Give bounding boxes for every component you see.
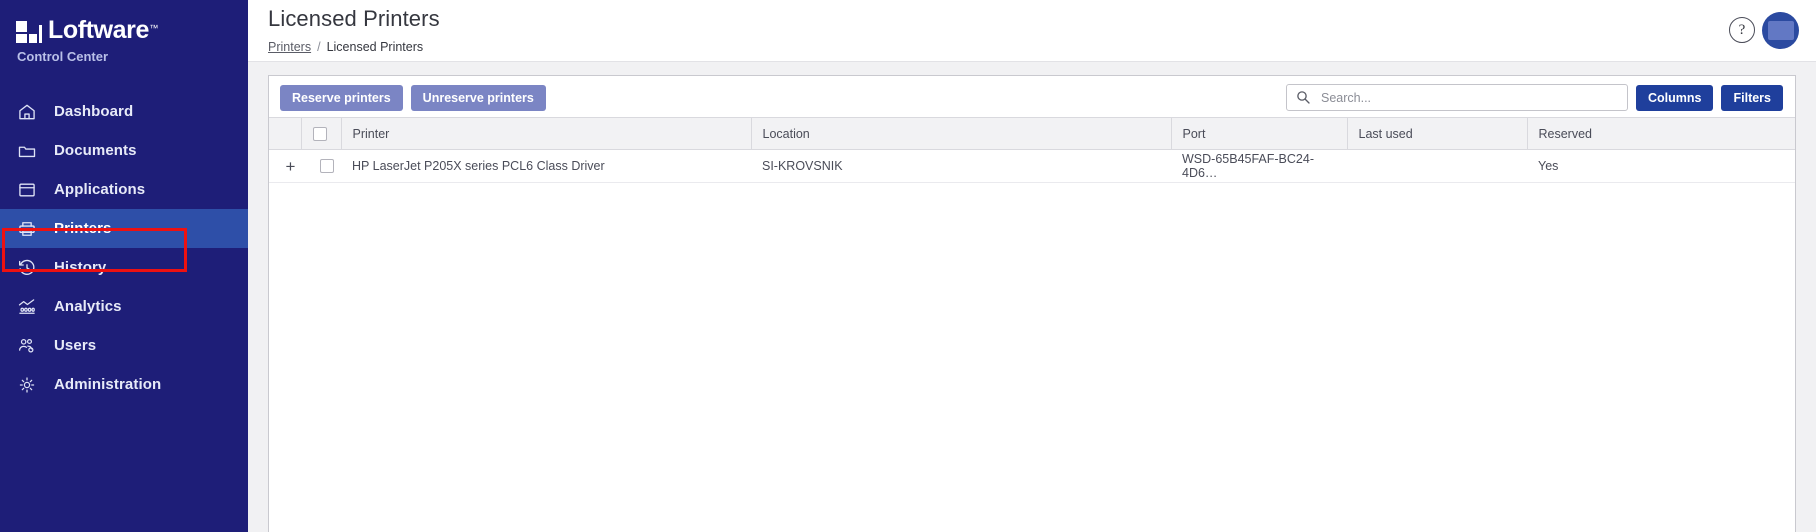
gear-icon: [16, 374, 38, 396]
sidebar-item-administration[interactable]: Administration: [0, 365, 248, 404]
reserve-printers-button[interactable]: Reserve printers: [280, 85, 403, 111]
column-header-printer[interactable]: Printer: [341, 117, 752, 150]
window-icon: [16, 179, 38, 201]
printers-panel: Reserve printers Unreserve printers Colu…: [268, 75, 1796, 532]
sidebar-item-label: Analytics: [54, 298, 122, 315]
content-area: Reserve printers Unreserve printers Colu…: [248, 62, 1816, 532]
page-header: Licensed Printers Printers / Licensed Pr…: [248, 0, 1816, 62]
row-checkbox[interactable]: [319, 159, 334, 174]
printer-icon: [16, 218, 38, 240]
column-header-last-used[interactable]: Last used: [1347, 117, 1528, 150]
column-header-reserved[interactable]: Reserved: [1527, 117, 1795, 150]
filters-button[interactable]: Filters: [1721, 84, 1783, 111]
sidebar-item-analytics[interactable]: Analytics: [0, 287, 248, 326]
sidebar-item-label: Documents: [54, 142, 137, 159]
cell-location: SI-KROVSNIK: [751, 149, 1171, 183]
select-all-column-header: [301, 117, 342, 150]
sidebar: Loftware ™ Control Center Dashboard Docu…: [0, 0, 248, 532]
breadcrumb-link-printers[interactable]: Printers: [268, 40, 311, 54]
folder-icon: [16, 140, 38, 162]
select-all-checkbox[interactable]: [312, 126, 327, 141]
unreserve-printers-button[interactable]: Unreserve printers: [410, 85, 546, 111]
brand-block: Loftware ™ Control Center: [0, 0, 248, 64]
loftware-blocks-logo-icon: [16, 21, 42, 43]
table-row[interactable]: + HP LaserJet P205X series PCL6 Class Dr…: [269, 149, 1795, 183]
expander-column-header: [269, 117, 302, 150]
table-toolbar: Reserve printers Unreserve printers Colu…: [269, 76, 1795, 117]
users-icon: [16, 335, 38, 357]
sidebar-item-history[interactable]: History: [0, 248, 248, 287]
cell-reserved: Yes: [1527, 149, 1795, 183]
sidebar-item-dashboard[interactable]: Dashboard: [0, 92, 248, 131]
sidebar-item-label: History: [54, 259, 107, 276]
row-expander-cell: +: [269, 149, 301, 183]
sidebar-item-applications[interactable]: Applications: [0, 170, 248, 209]
help-icon[interactable]: ?: [1729, 17, 1755, 43]
cell-printer: HP LaserJet P205X series PCL6 Class Driv…: [341, 149, 751, 183]
analytics-icon: [16, 296, 38, 318]
search-input[interactable]: [1286, 84, 1628, 111]
sidebar-item-documents[interactable]: Documents: [0, 131, 248, 170]
sidebar-item-label: Applications: [54, 181, 146, 198]
sidebar-item-printers[interactable]: Printers: [0, 209, 248, 248]
history-icon: [16, 257, 38, 279]
column-header-location[interactable]: Location: [751, 117, 1172, 150]
column-header-port[interactable]: Port: [1171, 117, 1348, 150]
columns-button[interactable]: Columns: [1636, 84, 1714, 111]
sidebar-nav: Dashboard Documents Applications Printer…: [0, 92, 248, 404]
table-header-row: Printer Location Port Last used Reserved: [269, 117, 1795, 150]
sidebar-item-label: Administration: [54, 376, 162, 393]
breadcrumb-current: Licensed Printers: [326, 40, 424, 54]
brand-name: Loftware ™: [48, 16, 158, 44]
sidebar-item-label: Dashboard: [54, 103, 134, 120]
breadcrumb: Printers / Licensed Printers: [268, 40, 423, 54]
expand-row-icon[interactable]: +: [286, 158, 296, 175]
home-icon: [16, 101, 38, 123]
avatar-image: [1767, 21, 1794, 40]
licensed-printers-table: Printer Location Port Last used Reserved…: [269, 117, 1795, 183]
cell-port: WSD-65B45FAF-BC24-4D6…: [1171, 149, 1347, 183]
avatar[interactable]: [1762, 12, 1799, 49]
trademark-symbol: ™: [149, 23, 158, 33]
page-title: Licensed Printers: [268, 6, 440, 31]
breadcrumb-separator: /: [317, 40, 321, 54]
search-box: [1286, 84, 1628, 111]
brand-subtitle: Control Center: [17, 49, 108, 64]
sidebar-item-users[interactable]: Users: [0, 326, 248, 365]
app-root: Loftware ™ Control Center Dashboard Docu…: [0, 0, 1816, 532]
row-select-cell: [301, 149, 341, 183]
sidebar-item-label: Users: [54, 337, 97, 354]
sidebar-item-label: Printers: [54, 220, 112, 237]
cell-last-used: [1347, 149, 1527, 183]
